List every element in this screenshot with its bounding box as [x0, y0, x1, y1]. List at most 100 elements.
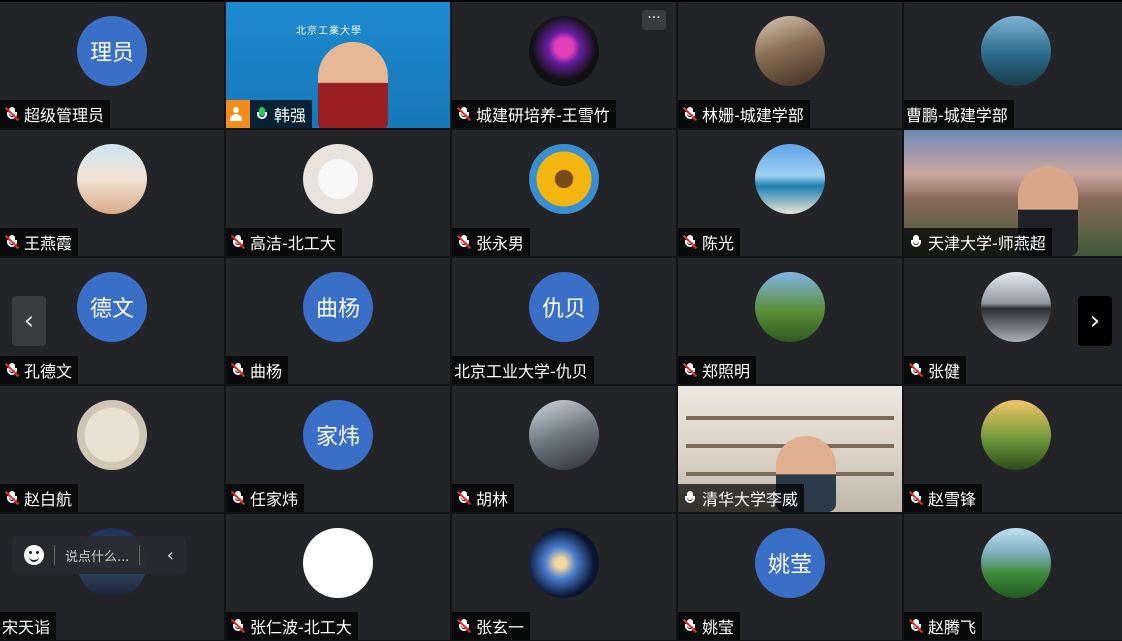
participant-name: 张仁波-北工大: [250, 618, 352, 637]
participant-name: 赵白航: [24, 490, 73, 509]
participant-tile[interactable]: 张永男: [452, 130, 676, 256]
participant-name: 陈光: [702, 234, 735, 253]
participant-tile[interactable]: 姚莹 姚莹: [678, 514, 902, 640]
emoji-icon[interactable]: [24, 545, 44, 565]
participant-tile[interactable]: 赵腾飞: [904, 514, 1122, 640]
participant-tile[interactable]: 理员 超级管理员: [0, 2, 224, 128]
participant-label: 高洁-北工大: [226, 228, 342, 256]
previous-page-button[interactable]: ‹: [12, 296, 46, 346]
participant-tile[interactable]: 赵雪锋: [904, 386, 1122, 512]
participant-name: 任家炜: [250, 490, 299, 509]
participant-label: 张仁波-北工大: [226, 612, 358, 640]
participant-name: 城建研培养-王雪竹: [476, 106, 610, 125]
participant-name: 林姗-城建学部: [702, 106, 804, 125]
avatar: [529, 16, 599, 86]
mic-muted-icon: [4, 490, 20, 506]
avatar: 德文: [77, 272, 147, 342]
chat-input[interactable]: 说点什么...: [65, 546, 129, 565]
collapse-chat-icon[interactable]: ‹: [167, 545, 174, 566]
participant-name: 赵腾飞: [928, 618, 977, 637]
participant-tile[interactable]: 郑照明: [678, 258, 902, 384]
avatar: [77, 400, 147, 470]
mic-muted-icon: [456, 618, 472, 634]
avatar: [981, 272, 1051, 342]
participant-label: 张永男: [452, 228, 531, 256]
participant-label: 城建研培养-王雪竹: [452, 100, 616, 128]
participant-tile[interactable]: 张仁波-北工大: [226, 514, 450, 640]
mic-muted-icon: [682, 106, 698, 122]
participant-label: 赵白航: [0, 484, 79, 512]
mic-muted-icon: [4, 362, 20, 378]
mic-active-icon: [254, 106, 270, 122]
participant-label: 孔德文: [0, 356, 79, 384]
participant-tile[interactable]: 家炜 任家炜: [226, 386, 450, 512]
participant-tile-video-active[interactable]: 北京工業大學 韩强: [226, 2, 450, 128]
participant-label: 张健: [904, 356, 967, 384]
participant-label: 超级管理员: [0, 100, 111, 128]
participant-name: 曹鹏-城建学部: [906, 106, 1008, 125]
participant-label: 姚莹: [678, 612, 741, 640]
mic-muted-icon: [456, 490, 472, 506]
avatar: [755, 16, 825, 86]
avatar: 仇贝: [529, 272, 599, 342]
avatar: 家炜: [303, 400, 373, 470]
participant-label: 天津大学-师燕超: [904, 228, 1052, 256]
mic-muted-icon: [908, 490, 924, 506]
more-options-button[interactable]: ···: [642, 10, 666, 30]
mic-icon: [682, 490, 698, 506]
avatar: 姚莹: [755, 528, 825, 598]
mic-muted-icon: [456, 234, 472, 250]
divider: [139, 545, 141, 565]
mic-muted-icon: [230, 362, 246, 378]
chevron-left-icon: ‹: [23, 306, 35, 336]
participant-label: 张玄一: [452, 612, 531, 640]
participant-tile[interactable]: ··· 城建研培养-王雪竹: [452, 2, 676, 128]
participant-tile-video[interactable]: 天津大学-师燕超: [904, 130, 1122, 256]
participant-tile[interactable]: 宋天诣: [0, 514, 224, 640]
video-person: [318, 42, 388, 128]
participant-name: 天津大学-师燕超: [928, 234, 1046, 253]
mic-muted-icon: [908, 618, 924, 634]
participant-tile-video[interactable]: 清华大学李威: [678, 386, 902, 512]
participant-label: 曲杨: [226, 356, 289, 384]
participant-tile[interactable]: 林姗-城建学部: [678, 2, 902, 128]
participant-label: 林姗-城建学部: [678, 100, 810, 128]
avatar: [77, 144, 147, 214]
avatar: [981, 528, 1051, 598]
participant-tile[interactable]: 仇贝 北京工业大学-仇贝: [452, 258, 676, 384]
participant-name: 胡林: [476, 490, 509, 509]
avatar: [755, 144, 825, 214]
participant-name: 韩强: [274, 106, 307, 125]
participant-tile[interactable]: 高洁-北工大: [226, 130, 450, 256]
avatar: [529, 528, 599, 598]
chat-input-bar[interactable]: 说点什么... ‹: [12, 536, 186, 574]
participant-tile[interactable]: 陈光: [678, 130, 902, 256]
participant-tile[interactable]: 曲杨 曲杨: [226, 258, 450, 384]
host-badge-icon: [226, 100, 250, 128]
participant-name: 孔德文: [24, 362, 73, 381]
avatar: [981, 400, 1051, 470]
participant-label: 宋天诣: [0, 612, 57, 640]
avatar: [303, 528, 373, 598]
next-page-button[interactable]: ›: [1078, 296, 1112, 346]
mic-muted-icon: [230, 490, 246, 506]
mic-muted-icon: [682, 618, 698, 634]
mic-muted-icon: [908, 362, 924, 378]
participant-label: 赵雪锋: [904, 484, 983, 512]
participant-tile[interactable]: 曹鹏-城建学部: [904, 2, 1122, 128]
participant-label: 北京工业大学-仇贝: [452, 356, 594, 384]
divider: [54, 545, 55, 565]
participant-tile[interactable]: 王燕霞: [0, 130, 224, 256]
participant-tile[interactable]: 胡林: [452, 386, 676, 512]
participant-name: 赵雪锋: [928, 490, 977, 509]
participant-label: 韩强: [226, 100, 313, 128]
participant-tile[interactable]: 张玄一: [452, 514, 676, 640]
participant-label: 陈光: [678, 228, 741, 256]
mic-muted-icon: [4, 234, 20, 250]
participant-label: 郑照明: [678, 356, 757, 384]
participant-tile[interactable]: 赵白航: [0, 386, 224, 512]
avatar: 曲杨: [303, 272, 373, 342]
participant-name: 高洁-北工大: [250, 234, 336, 253]
mic-icon: [908, 234, 924, 250]
participant-name: 张健: [928, 362, 961, 381]
